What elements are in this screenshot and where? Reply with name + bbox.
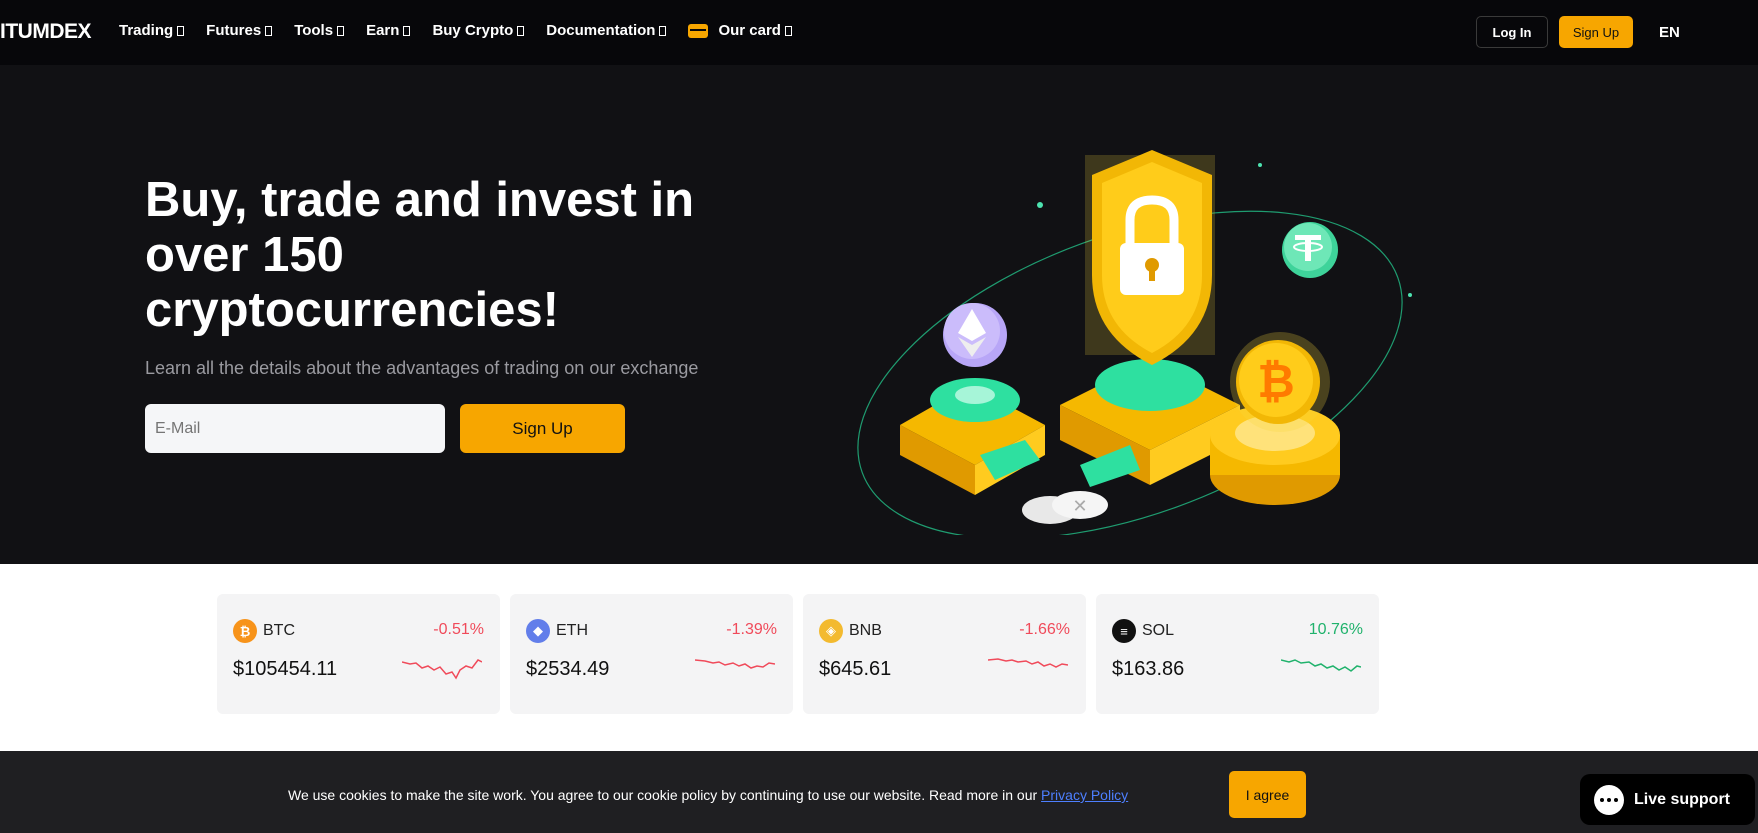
ticker-change: 10.76%: [1308, 621, 1363, 638]
credit-card-icon: [688, 23, 709, 38]
menu-tools-label: Tools: [294, 22, 334, 39]
top-navbar: ITUMDEX Trading Futures Tools Earn Buy C…: [0, 0, 1758, 65]
ticker-symbol: BNB: [849, 622, 882, 639]
menu-documentation[interactable]: Documentation: [546, 22, 667, 39]
ticker-price: $645.61: [819, 658, 892, 680]
ticker-card-bnb[interactable]: ◈ BNB -1.66% $645.61: [803, 594, 1086, 714]
menu-our-card[interactable]: Our card: [688, 22, 792, 39]
ticker-sparkline: [695, 659, 775, 669]
ticker-card-eth[interactable]: ◆ ETH -1.39% $2534.49: [510, 594, 793, 714]
logo[interactable]: ITUMDEX: [0, 20, 92, 44]
agree-button[interactable]: I agree: [1229, 771, 1306, 818]
nav-signup-button[interactable]: Sign Up: [1559, 16, 1633, 48]
chevron-down-icon: [337, 25, 345, 36]
ticker-card-sol[interactable]: ≡ SOL 10.76% $163.86: [1096, 594, 1379, 714]
ticker-symbol: SOL: [1142, 622, 1175, 639]
cookie-text: We use cookies to make the site work. Yo…: [288, 787, 1128, 803]
cookie-message: We use cookies to make the site work. Yo…: [288, 787, 1042, 803]
menu-earn[interactable]: Earn: [366, 22, 411, 39]
svg-text:✕: ✕: [1072, 496, 1087, 517]
menu-earn-label: Earn: [366, 22, 400, 39]
svg-text:₿: ₿: [1257, 354, 1295, 408]
sol-icon: ≡: [1112, 619, 1136, 643]
ticker-change: -1.66%: [1019, 621, 1070, 638]
chevron-down-icon: [265, 25, 273, 36]
ticker-list: ₿ BTC -0.51% $105454.11 ◆ ETH -1.39% $25…: [217, 594, 1379, 714]
ticker-price: $2534.49: [526, 658, 610, 680]
ticker-sparkline: [988, 658, 1068, 668]
main-menu: Trading Futures Tools Earn Buy Crypto Do…: [119, 22, 814, 39]
ticker-price: $163.86: [1112, 658, 1185, 680]
chevron-down-icon: [517, 25, 525, 36]
hero-title: Buy, trade and invest in over 150 crypto…: [145, 173, 695, 337]
ticker-card-btc[interactable]: ₿ BTC -0.51% $105454.11: [217, 594, 500, 714]
menu-buy-crypto-label: Buy Crypto: [432, 22, 514, 39]
menu-buy-crypto[interactable]: Buy Crypto: [432, 22, 525, 39]
ticker-sparkline: [402, 659, 482, 680]
menu-trading[interactable]: Trading: [119, 22, 185, 39]
chevron-down-icon: [403, 25, 411, 36]
bnb-icon: ◈: [819, 619, 843, 643]
hero-signup-button[interactable]: Sign Up: [460, 404, 625, 453]
privacy-policy-link[interactable]: Privacy Policy: [1041, 787, 1128, 803]
crypto-security-illustration: ₿ ✕: [857, 150, 1412, 535]
ticker-change: -0.51%: [433, 621, 484, 638]
live-support-label: Live support: [1634, 790, 1731, 808]
menu-tools[interactable]: Tools: [294, 22, 345, 39]
cookie-banner: We use cookies to make the site work. Yo…: [0, 751, 1758, 833]
menu-futures-label: Futures: [206, 22, 262, 39]
btc-icon: ₿: [233, 619, 257, 643]
language-selector[interactable]: EN: [1659, 24, 1680, 41]
chat-icon: [1594, 784, 1624, 815]
hero-section: Buy, trade and invest in over 150 crypto…: [0, 65, 1758, 564]
chevron-down-icon: [177, 25, 185, 36]
live-support-button[interactable]: Live support: [1580, 774, 1755, 825]
menu-trading-label: Trading: [119, 22, 174, 39]
email-input[interactable]: [145, 404, 445, 453]
menu-our-card-label: Our card: [718, 22, 781, 39]
ticker-price: $105454.11: [233, 658, 338, 680]
hero-subtitle: Learn all the details about the advantag…: [145, 358, 699, 378]
eth-icon: ◆: [526, 619, 550, 643]
chevron-down-icon: [659, 25, 667, 36]
ticker-symbol: ETH: [556, 622, 588, 639]
ticker-sparkline: [1281, 659, 1361, 672]
ticker-change: -1.39%: [726, 621, 777, 638]
menu-futures[interactable]: Futures: [206, 22, 273, 39]
ticker-symbol: BTC: [263, 622, 295, 639]
menu-documentation-label: Documentation: [546, 22, 656, 39]
login-button[interactable]: Log In: [1476, 16, 1548, 48]
chevron-down-icon: [784, 25, 792, 36]
